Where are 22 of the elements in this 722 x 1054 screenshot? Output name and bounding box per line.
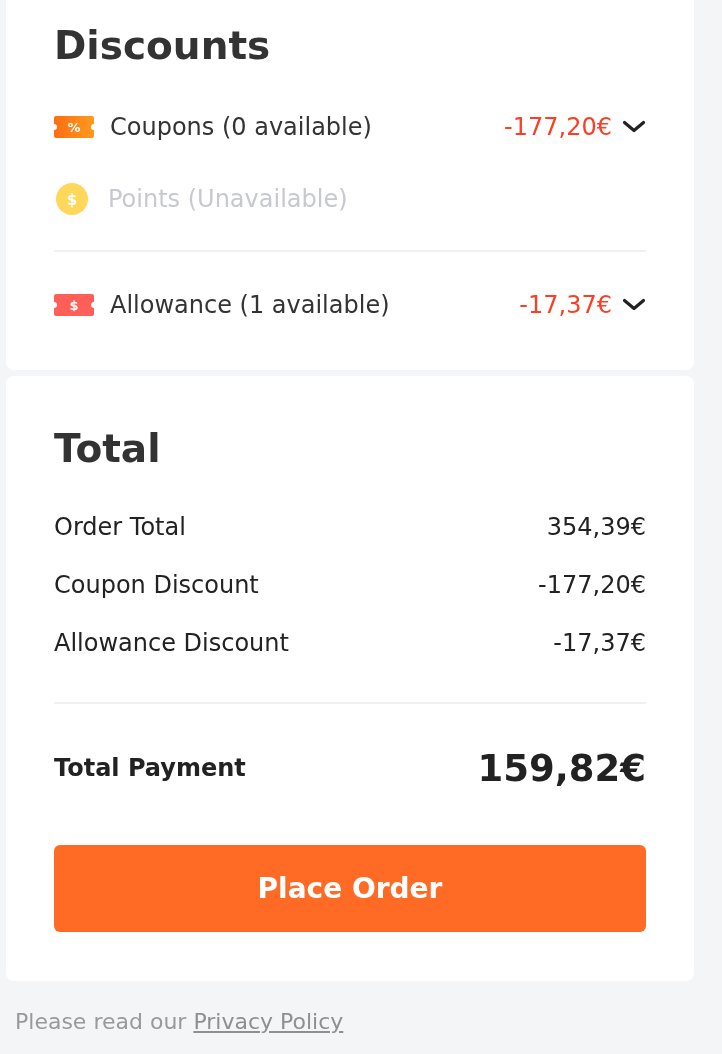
summary-label: Coupon Discount	[54, 571, 259, 599]
summary-value: -17,37€	[553, 629, 646, 657]
total-payment-label: Total Payment	[54, 754, 246, 782]
dollar-ticket-icon: $	[54, 294, 94, 316]
chevron-down-icon[interactable]	[622, 298, 646, 312]
percent-ticket-icon: %	[54, 116, 94, 138]
discount-label: Allowance (1 available)	[110, 291, 390, 319]
summary-value: 354,39€	[546, 513, 646, 541]
discount-amount: -17,37€	[519, 291, 612, 319]
discounts-title: Discounts	[54, 23, 272, 69]
total-payment-amount: 159,82€	[477, 746, 646, 790]
discount-label: Coupons (0 available)	[110, 113, 372, 141]
summary-label: Allowance Discount	[54, 629, 289, 657]
total-title: Total	[54, 426, 162, 472]
privacy-policy-link[interactable]: Privacy Policy	[193, 1009, 344, 1034]
place-order-button[interactable]: Place Order	[54, 845, 646, 932]
coin-icon: $	[56, 183, 88, 215]
privacy-notice: Please read our Privacy Policy	[14, 1008, 345, 1036]
chevron-down-icon[interactable]	[622, 120, 646, 134]
discount-amount: -177,20€	[504, 113, 612, 141]
summary-label: Order Total	[54, 513, 186, 541]
summary-value: -177,20€	[538, 571, 646, 599]
